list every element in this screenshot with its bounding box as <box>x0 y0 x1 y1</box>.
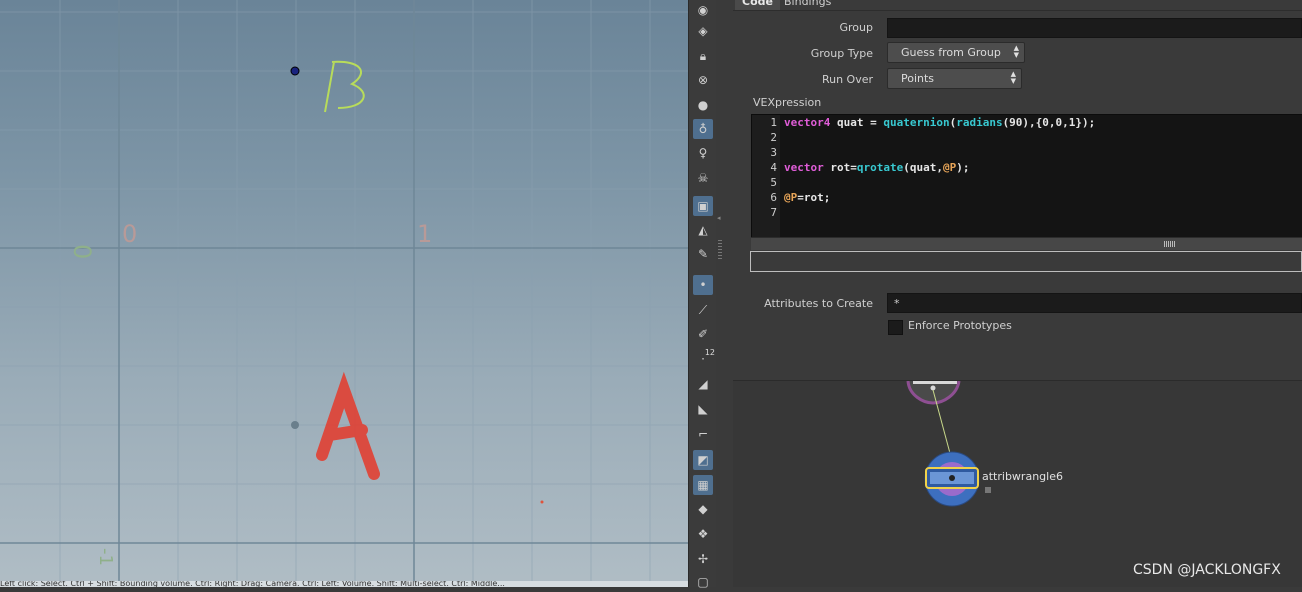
line-number-gutter: 1 2 3 4 5 6 7 <box>752 115 780 238</box>
vexpression-label: VEXpression <box>753 96 822 109</box>
edge-icon[interactable]: ⌐ <box>693 424 713 444</box>
number-12-stack-icon[interactable]: ◣ <box>693 399 713 419</box>
parameter-panel: Code Bindings Group Group Type Guess fro… <box>733 0 1302 381</box>
display-toolbar: ◉ ◈ 🔒︎ ⊗ ● ♁ ♀ ☠ ▣ ◭ ✎ • ⟋ ✐ ⋅ 12 ◢ ◣ ⌐ ◩… <box>688 0 718 589</box>
status-bar: Left click: Select. Ctrl + Shift: Boundi… <box>0 581 688 587</box>
run-over-label: Run Over <box>821 73 873 86</box>
pen-icon[interactable]: ✐ <box>693 324 713 344</box>
collapse-arrow-icon[interactable]: ◂ <box>717 214 721 222</box>
watermark: CSDN @JACKLONGFX <box>1133 562 1281 578</box>
annotation-a-stroke <box>316 371 380 480</box>
close-circle-icon[interactable]: ⊗ <box>693 70 713 90</box>
scene-viewport[interactable]: 0 1 0 -1 B A Left click: Select. Ctrl + … <box>0 0 688 587</box>
network-editor[interactable]: attribwrangle6 CSDN @JACKLONGFX <box>733 381 1302 587</box>
skull-icon[interactable]: ☠ <box>693 168 713 188</box>
pane-splitter[interactable]: ◂ <box>716 0 733 587</box>
attributes-to-create-label: Attributes to Create <box>764 297 873 310</box>
eye-icon[interactable]: ◉ <box>693 0 713 20</box>
grid-label-y-neg-one: -1 <box>95 548 116 566</box>
run-over-dropdown[interactable]: Points ▲ ▼ <box>887 68 1022 89</box>
node-lock-icon <box>985 487 991 493</box>
geometry-icon[interactable]: ❖ <box>693 524 713 544</box>
point-select-icon[interactable]: • <box>693 275 713 295</box>
resize-grip-icon[interactable] <box>1164 241 1176 247</box>
grid-label-x-zero: 0 <box>122 220 138 248</box>
dropdown-arrow-icon: ▲ ▼ <box>1013 44 1019 59</box>
plane-icon[interactable]: ◩ <box>693 450 713 470</box>
sphere-icon[interactable]: ● <box>693 95 713 115</box>
tool-badge: 12 <box>704 348 715 357</box>
network-canvas <box>906 381 991 507</box>
code-line: @P=rot; <box>784 191 831 204</box>
viewport-grid <box>0 0 688 587</box>
view-icon[interactable]: ◈ <box>693 21 713 41</box>
dropdown-arrow-icon: ▲ ▼ <box>1010 70 1016 85</box>
handle-icon[interactable]: ✢ <box>693 549 713 569</box>
checker-icon[interactable]: ▦ <box>693 475 713 495</box>
camera-icon[interactable]: ◭ <box>693 220 713 240</box>
grid-label-y-zero: 0 <box>68 244 96 260</box>
group-type-value: Guess from Group <box>901 46 1001 59</box>
point-a[interactable] <box>291 421 299 429</box>
number-12-icon[interactable]: ⋅ 12 <box>693 348 715 369</box>
line-number: 2 <box>770 131 777 144</box>
line-number: 4 <box>770 161 777 174</box>
snap-icon[interactable]: ▢ <box>693 572 713 592</box>
point-b[interactable] <box>290 66 300 76</box>
grid-label-x-one: 1 <box>417 220 433 248</box>
stray-point <box>540 500 544 504</box>
fill-icon[interactable]: ◢ <box>693 374 713 394</box>
vex-code-editor[interactable]: 1 2 3 4 5 6 7 vector4 quat = quaternion(… <box>751 114 1302 239</box>
light-bulb-small-icon[interactable]: ♀ <box>693 143 713 163</box>
splitter-grip[interactable] <box>718 240 722 260</box>
line-number: 5 <box>770 176 777 189</box>
error-message-box <box>750 251 1302 272</box>
run-over-value: Points <box>901 72 935 85</box>
node-center-dot <box>949 475 955 481</box>
display-options-icon[interactable]: ▣ <box>693 196 713 216</box>
code-line: vector rot=qrotate(quat,@P); <box>784 161 970 174</box>
line-number: 1 <box>770 116 777 129</box>
tab-bindings[interactable]: Bindings <box>777 0 838 10</box>
annotation-b-stroke <box>324 60 365 113</box>
output-connector[interactable] <box>930 385 936 391</box>
attributes-to-create-field[interactable]: * <box>887 293 1302 313</box>
lock-icon[interactable]: 🔒︎ <box>693 46 713 66</box>
parameter-tabs: Code Bindings <box>733 0 1302 11</box>
enforce-prototypes-label: Enforce Prototypes <box>908 319 1012 332</box>
group-field[interactable] <box>887 18 1302 38</box>
brush-icon[interactable]: ⟋ <box>693 300 713 320</box>
enforce-prototypes-checkbox[interactable] <box>888 320 903 335</box>
group-type-dropdown[interactable]: Guess from Group ▲ ▼ <box>887 42 1025 63</box>
editor-resize-bar[interactable] <box>751 237 1302 250</box>
node-name-label[interactable]: attribwrangle6 <box>982 470 1063 483</box>
group-type-label: Group Type <box>810 47 873 60</box>
group-label: Group <box>839 21 874 34</box>
tab-code[interactable]: Code <box>735 0 780 10</box>
line-number: 6 <box>770 191 777 204</box>
upstream-node-flag <box>913 381 957 384</box>
code-line: vector4 quat = quaternion(radians(90),{0… <box>784 116 1096 129</box>
palette-icon[interactable]: ✎ <box>693 244 713 264</box>
layer-icon[interactable]: ◆ <box>693 499 713 519</box>
line-number: 3 <box>770 146 777 159</box>
light-bulb-icon[interactable]: ♁ <box>693 119 713 139</box>
line-number: 7 <box>770 206 777 219</box>
